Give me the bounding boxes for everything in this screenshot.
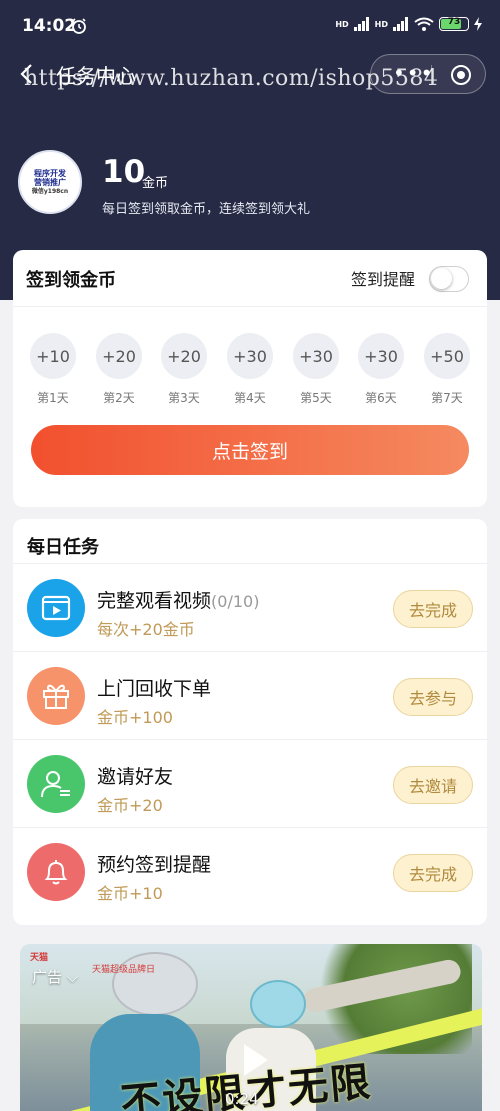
day-label: 第1天 xyxy=(37,391,69,405)
task-action-button[interactable]: 去完成 xyxy=(393,854,473,892)
day-item: +30 第6天 xyxy=(356,333,406,406)
avatar-text-1: 程序开发 xyxy=(34,168,66,178)
divider xyxy=(13,306,487,307)
tasks-title: 每日任务 xyxy=(27,537,99,558)
remind-label: 签到提醒 xyxy=(350,270,415,289)
day-item: +30 第4天 xyxy=(225,333,275,406)
video-icon xyxy=(27,579,85,637)
coin-count: 10 xyxy=(102,154,146,190)
status-indicators: HD HD 73 xyxy=(335,17,482,31)
ad-label[interactable]: 广告 ⌵ xyxy=(32,966,78,987)
task-action-button[interactable]: 去邀请 xyxy=(393,766,473,804)
ad-banner[interactable]: 天猫 天猫超级品牌日 广告 ⌵ 不设限才无限 0:24 xyxy=(20,944,482,1111)
task-name: 完整观看视频(0/10) xyxy=(97,586,259,613)
ad-brand-text: 天猫超级品牌日 xyxy=(92,965,156,975)
gift-icon xyxy=(27,667,85,725)
signal-icon-2 xyxy=(393,17,408,31)
capsule-divider xyxy=(431,65,432,85)
task-reward: 金币+100 xyxy=(97,708,173,727)
signin-card: 签到领金币 签到提醒 +10 第1天 +20 第2天 +20 第3天 +30 第… xyxy=(13,250,487,507)
chevron-down-icon: ⌵ xyxy=(66,968,79,986)
day-item: +20 第2天 xyxy=(94,333,144,406)
remind-toggle[interactable] xyxy=(429,266,469,292)
avatar: 程序开发 营销推广 微信y198cn xyxy=(18,150,82,214)
avatar-text-3: 微信y198cn xyxy=(31,188,69,195)
task-row: 上门回收下单 金币+100 去参与 xyxy=(13,651,487,739)
task-row: 邀请好友 金币+20 去邀请 xyxy=(13,739,487,827)
battery-icon: 73 xyxy=(439,17,469,31)
day-item: +50 第7天 xyxy=(422,333,472,406)
ad-child-helmet xyxy=(250,980,306,1028)
signal-icon xyxy=(353,17,369,31)
ad-brand-logo: 天猫 xyxy=(30,953,49,963)
task-action-button[interactable]: 去完成 xyxy=(393,590,473,628)
task-progress: (0/10) xyxy=(211,592,260,611)
charging-icon xyxy=(474,17,482,31)
day-reward: +10 xyxy=(30,333,76,379)
daily-tasks-card: 每日任务 完整观看视频(0/10) 每次+20金币 去完成 上门回收下单 金币+… xyxy=(13,519,487,925)
day-reward: +20 xyxy=(161,333,207,379)
day-label: 第5天 xyxy=(300,391,332,405)
day-label: 第6天 xyxy=(365,391,397,405)
alarm-icon xyxy=(72,18,86,34)
task-reward: 金币+10 xyxy=(97,884,163,903)
task-name: 上门回收下单 xyxy=(97,678,212,700)
status-time: 14:02 xyxy=(22,16,77,36)
ad-label-text: 广告 xyxy=(32,968,63,986)
network-label-2: HD xyxy=(374,19,388,29)
signin-title: 签到领金币 xyxy=(26,270,116,291)
day-label: 第4天 xyxy=(234,391,266,405)
nav-bar: 任务中心 https://www.huzhan.com/ishop5584 ••… xyxy=(0,50,500,98)
day-reward: +30 xyxy=(293,333,339,379)
coin-description: 每日签到领取金币，连续签到领大礼 xyxy=(102,202,311,217)
task-action-button[interactable]: 去参与 xyxy=(393,678,473,716)
coin-unit: 金币 xyxy=(142,176,169,191)
close-target-icon[interactable] xyxy=(449,63,473,87)
battery-level: 73 xyxy=(447,17,461,27)
day-label: 第2天 xyxy=(103,391,135,405)
more-icon[interactable]: ••• xyxy=(393,61,434,85)
ad-video-time: 0:24 xyxy=(225,1090,259,1108)
task-reward: 金币+20 xyxy=(97,796,163,815)
mini-program-capsule: ••• xyxy=(370,54,486,94)
status-bar: 14:02 HD HD 73 xyxy=(0,0,500,50)
signin-days: +10 第1天 +20 第2天 +20 第3天 +30 第4天 +30 第5天 … xyxy=(13,333,487,413)
day-reward: +30 xyxy=(358,333,404,379)
task-row: 完整观看视频(0/10) 每次+20金币 去完成 xyxy=(13,563,487,651)
wifi-icon xyxy=(414,17,434,31)
day-label: 第7天 xyxy=(431,391,463,405)
user-icon xyxy=(27,755,85,813)
toggle-knob xyxy=(431,268,452,289)
task-name-text: 完整观看视频 xyxy=(97,590,212,612)
network-label: HD xyxy=(335,19,349,29)
user-coin-summary: 程序开发 营销推广 微信y198cn 10 金币 每日签到领取金币，连续签到领大… xyxy=(18,150,488,220)
day-item: +30 第5天 xyxy=(291,333,341,406)
day-reward: +20 xyxy=(96,333,142,379)
task-name: 预约签到提醒 xyxy=(97,854,212,876)
day-reward: +50 xyxy=(424,333,470,379)
day-item: +20 第3天 xyxy=(159,333,209,406)
avatar-text-2: 营销推广 xyxy=(34,178,66,188)
day-label: 第3天 xyxy=(168,391,200,405)
day-reward: +30 xyxy=(227,333,273,379)
signin-button[interactable]: 点击签到 xyxy=(31,425,469,475)
bell-icon xyxy=(27,843,85,901)
task-row: 预约签到提醒 金币+10 去完成 xyxy=(13,827,487,915)
day-item: +10 第1天 xyxy=(28,333,78,406)
task-name: 邀请好友 xyxy=(97,766,174,788)
task-reward: 每次+20金币 xyxy=(97,620,195,639)
